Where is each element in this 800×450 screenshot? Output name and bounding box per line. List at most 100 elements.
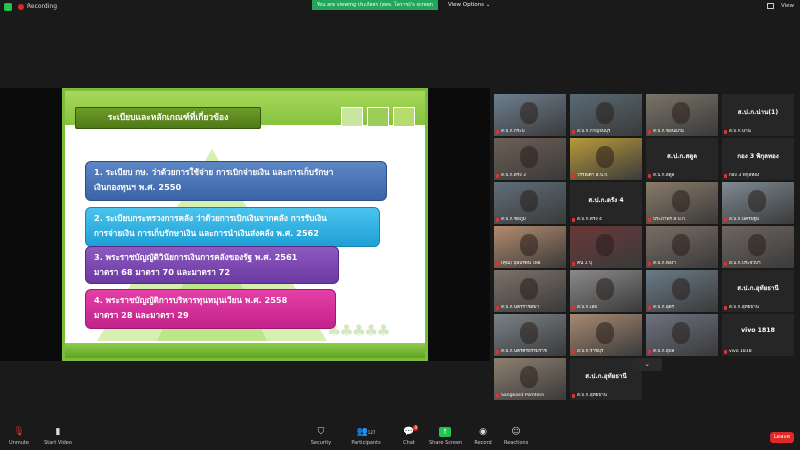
shield-icon[interactable] <box>4 3 12 11</box>
muted-mic-icon <box>724 218 727 222</box>
recording-dot-icon <box>18 4 24 10</box>
participant-tile[interactable]: (คุณ) บุษบรัตน์ โพธิ์ <box>494 226 566 268</box>
muted-mic-icon <box>724 174 727 178</box>
participant-tile[interactable]: ส.ป.ก.ตรัง 3 <box>494 138 566 180</box>
muted-mic-icon <box>724 262 727 266</box>
video-off-icon: ▮ <box>55 427 61 437</box>
muted-mic-icon <box>648 350 651 354</box>
muted-mic-icon <box>496 218 499 222</box>
participant-name: คน 1 บุ <box>577 261 592 266</box>
participant-name: ส.ป.ก.น่าน <box>729 129 751 134</box>
muted-mic-icon <box>496 174 499 178</box>
participants-count: 127 <box>367 430 376 435</box>
participant-tile[interactable]: ส.ป.ก.กระบี่ <box>494 94 566 136</box>
participant-name-display: ส.ป.ก.อุทัยธานี <box>737 285 779 292</box>
participant-tile[interactable]: คน 1 บุ <box>570 226 642 268</box>
participant-tile[interactable]: ส.ป.ก.นครราชสีมา <box>494 270 566 312</box>
muted-mic-icon <box>572 262 575 266</box>
participant-tile[interactable]: ส.ป.ก.น่าน(1) ส.ป.ก.น่าน <box>722 94 794 136</box>
participant-tile[interactable]: ส.ป.ก.อุทัยธานี ส.ป.ก.อุทัยธานี <box>722 270 794 312</box>
participant-tile[interactable]: วรรณิศา ส.ป.ก. <box>570 138 642 180</box>
gallery-next-page-button[interactable]: ⌄ <box>632 358 662 371</box>
chat-button[interactable]: 💬 9 Chat <box>401 425 418 447</box>
participants-icon: 👥127 <box>356 427 376 437</box>
participant-tile[interactable]: ส.ป.ก.เลย <box>570 270 642 312</box>
participant-name: vivo 1818 <box>729 349 752 354</box>
participant-tile[interactable]: ส.ป.ก.ประจวบฯ <box>722 226 794 268</box>
participant-name: ส.ป.ก.ประจวบฯ <box>729 261 761 266</box>
participant-video-thumbnail <box>520 102 538 124</box>
participant-tile[interactable]: ส.ป.ก.ตรัง 4 ส.ป.ก.ตรัง 4 <box>570 182 642 224</box>
participant-tile[interactable]: ส.ป.ก.นครศรีธรรมราช <box>494 314 566 356</box>
slide-item-3: 3. พระราชบัญญัติวินัยการเงินการคลังของรั… <box>85 246 339 284</box>
slide-thumb-image <box>341 107 363 127</box>
view-options-label: View Options <box>448 2 485 8</box>
muted-mic-icon: 🎙 <box>13 427 25 437</box>
participant-video-thumbnail <box>596 322 614 344</box>
participant-video-thumbnail <box>596 146 614 168</box>
view-button[interactable]: View <box>781 2 794 11</box>
participant-tile[interactable]: ส.ป.ก.พังงา <box>646 226 718 268</box>
view-options-button[interactable]: View Options ⌄ <box>448 1 490 10</box>
participant-video-thumbnail <box>520 366 538 388</box>
participant-tile[interactable]: ส.ป.ก.ชัยภูมิ <box>494 182 566 224</box>
participant-name-display: vivo 1818 <box>741 327 775 334</box>
muted-mic-icon <box>496 306 499 310</box>
slide-item-line: การจ่ายเงิน การเก็บรักษาเงิน และการนำเงิ… <box>94 228 319 238</box>
participant-tile[interactable]: Sangkasit Pomtern <box>494 358 566 400</box>
participant-name: ส.ป.ก.อุทัยธานี <box>577 393 607 398</box>
slide-item-line: 3. พระราชบัญญัติวินัยการเงินการคลังของรั… <box>94 252 298 262</box>
grid-view-icon[interactable] <box>767 3 774 9</box>
participant-video-thumbnail <box>596 278 614 300</box>
reactions-button[interactable]: ☺ Reactions <box>504 427 528 447</box>
reactions-label: Reactions <box>504 440 529 446</box>
participant-video-thumbnail <box>748 190 766 212</box>
record-button[interactable]: ◉ Record <box>474 427 492 447</box>
chevron-down-icon: ⌄ <box>485 2 491 8</box>
participant-name: กอง 3 พิกุลทอง <box>729 173 760 178</box>
participant-tile[interactable]: vivo 1818 vivo 1818 <box>722 314 794 356</box>
participant-name: ส.ป.ก.กาญจนบุรี <box>577 129 611 134</box>
slide-thumb-image <box>393 107 415 127</box>
participant-name-display: ส.ป.ก.อุทัยธานี <box>585 373 627 380</box>
muted-mic-icon <box>572 174 575 178</box>
muted-mic-icon <box>496 394 499 398</box>
muted-mic-icon <box>572 306 575 310</box>
meeting-topbar: Recording You are viewing ประภัสสร (สสจ.… <box>0 0 800 14</box>
muted-mic-icon <box>648 218 651 222</box>
participant-tile[interactable]: ส.ป.ก.กาญจนบุรี <box>570 94 642 136</box>
participant-tile[interactable]: ส.ป.ก.อุบล <box>646 314 718 356</box>
participant-tile[interactable]: ประภาพร ส.ป.ก. <box>646 182 718 224</box>
participant-name: ส.ป.ก.อุดร <box>653 305 675 310</box>
participants-button[interactable]: 👥127 Participants <box>350 427 382 447</box>
participant-video-thumbnail <box>596 102 614 124</box>
participant-name: ส.ป.ก.อุทัยธานี <box>729 305 759 310</box>
participant-tile[interactable]: ส.ป.ก.นครปฐม <box>722 182 794 224</box>
slide-item-1: 1. ระเบียบ กษ. ว่าด้วยการใช้จ่าย การเบิก… <box>85 161 387 201</box>
participant-name: ประภาพร ส.ป.ก. <box>653 217 687 222</box>
participant-tile[interactable]: ส.ป.ก.ราชบุรี <box>570 314 642 356</box>
muted-mic-icon <box>572 130 575 134</box>
participant-tile[interactable]: ส.ป.ก.ขอนแก่น <box>646 94 718 136</box>
participant-name: ส.ป.ก.สตูล <box>653 173 675 178</box>
participant-name-display: ส.ป.ก.สตูล <box>666 153 698 160</box>
recording-label: Recording <box>27 3 58 10</box>
participant-name: ส.ป.ก.นครปฐม <box>729 217 760 222</box>
participant-tile[interactable]: ส.ป.ก.สตูล ส.ป.ก.สตูล <box>646 138 718 180</box>
start-video-button[interactable]: ▮ Start Video <box>44 427 72 447</box>
participant-tile[interactable]: ส.ป.ก.อุดร <box>646 270 718 312</box>
slide-title: ระเบียบและหลักเกณฑ์ที่เกี่ยวข้อง <box>75 107 261 129</box>
chat-unread-badge: 9 <box>413 425 418 431</box>
participant-tile[interactable]: กอง 3 พิกุลทอง กอง 3 พิกุลทอง <box>722 138 794 180</box>
reactions-icon: ☺ <box>511 427 521 437</box>
muted-mic-icon <box>724 306 727 310</box>
security-button[interactable]: ⛉ Security <box>310 427 332 447</box>
share-screen-button[interactable]: ↑ Share Screen <box>429 427 462 447</box>
unmute-button[interactable]: 🎙 Unmute <box>8 427 30 447</box>
leave-button[interactable]: Leave <box>770 432 794 443</box>
participant-name-display: ส.ป.ก.ตรัง 4 <box>588 197 624 204</box>
participant-name: ส.ป.ก.เลย <box>577 305 597 310</box>
muted-mic-icon <box>496 262 499 266</box>
participant-name: (คุณ) บุษบรัตน์ โพธิ์ <box>501 261 541 266</box>
slide-item-line: 1. ระเบียบ กษ. ว่าด้วยการใช้จ่าย การเบิก… <box>94 167 334 177</box>
